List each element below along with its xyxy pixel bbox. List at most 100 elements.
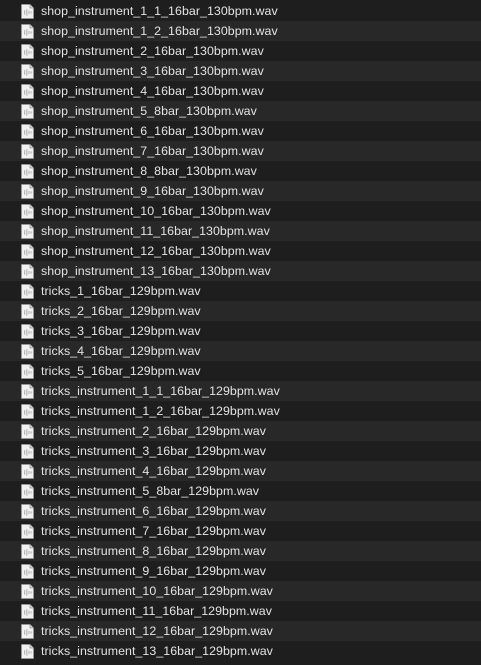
file-row[interactable]: tricks_instrument_11_16bar_129bpm.wav xyxy=(0,601,481,621)
file-name: shop_instrument_6_16bar_130bpm.wav xyxy=(41,124,264,138)
file-row[interactable]: tricks_instrument_5_8bar_129bpm.wav xyxy=(0,481,481,501)
file-row[interactable]: tricks_instrument_10_16bar_129bpm.wav xyxy=(0,581,481,601)
file-name: tricks_instrument_3_16bar_129bpm.wav xyxy=(41,444,266,458)
audio-file-icon xyxy=(21,503,34,519)
audio-file-icon xyxy=(21,543,34,559)
file-row[interactable]: tricks_instrument_7_16bar_129bpm.wav xyxy=(0,521,481,541)
file-name: shop_instrument_11_16bar_130bpm.wav xyxy=(41,224,270,238)
file-name: tricks_2_16bar_129bpm.wav xyxy=(41,304,201,318)
audio-file-icon xyxy=(21,63,34,79)
audio-file-icon xyxy=(21,103,34,119)
file-row[interactable]: tricks_instrument_1_2_16bar_129bpm.wav xyxy=(0,401,481,421)
file-row[interactable]: shop_instrument_12_16bar_130bpm.wav xyxy=(0,241,481,261)
file-row[interactable]: tricks_3_16bar_129bpm.wav xyxy=(0,321,481,341)
audio-file-icon xyxy=(21,143,34,159)
file-name: shop_instrument_8_8bar_130bpm.wav xyxy=(41,164,257,178)
file-name: tricks_instrument_1_1_16bar_129bpm.wav xyxy=(41,384,280,398)
file-row[interactable]: tricks_2_16bar_129bpm.wav xyxy=(0,301,481,321)
file-row[interactable]: tricks_5_16bar_129bpm.wav xyxy=(0,361,481,381)
audio-file-icon xyxy=(21,523,34,539)
audio-file-icon xyxy=(21,123,34,139)
audio-file-icon xyxy=(21,583,34,599)
file-row[interactable]: shop_instrument_10_16bar_130bpm.wav xyxy=(0,201,481,221)
file-name: tricks_instrument_12_16bar_129bpm.wav xyxy=(41,624,273,638)
audio-file-icon xyxy=(21,443,34,459)
file-name: tricks_instrument_9_16bar_129bpm.wav xyxy=(41,564,266,578)
file-list: shop_instrument_1_1_16bar_130bpm.wav sho… xyxy=(0,0,481,665)
file-row[interactable]: tricks_instrument_6_16bar_129bpm.wav xyxy=(0,501,481,521)
file-name: shop_instrument_12_16bar_130bpm.wav xyxy=(41,244,271,258)
file-row[interactable]: tricks_1_16bar_129bpm.wav xyxy=(0,281,481,301)
audio-file-icon xyxy=(21,343,34,359)
file-name: tricks_instrument_6_16bar_129bpm.wav xyxy=(41,504,266,518)
file-name: shop_instrument_1_2_16bar_130bpm.wav xyxy=(41,24,278,38)
file-row[interactable]: shop_instrument_11_16bar_130bpm.wav xyxy=(0,221,481,241)
file-name: shop_instrument_9_16bar_130bpm.wav xyxy=(41,184,264,198)
file-name: shop_instrument_13_16bar_130bpm.wav xyxy=(41,264,271,278)
audio-file-icon xyxy=(21,363,34,379)
file-name: tricks_3_16bar_129bpm.wav xyxy=(41,324,201,338)
audio-file-icon xyxy=(21,563,34,579)
audio-file-icon xyxy=(21,603,34,619)
audio-file-icon xyxy=(21,623,34,639)
audio-file-icon xyxy=(21,423,34,439)
file-row[interactable]: shop_instrument_1_2_16bar_130bpm.wav xyxy=(0,21,481,41)
file-row[interactable]: tricks_instrument_2_16bar_129bpm.wav xyxy=(0,421,481,441)
file-name: tricks_instrument_1_2_16bar_129bpm.wav xyxy=(41,404,280,418)
audio-file-icon xyxy=(21,243,34,259)
audio-file-icon xyxy=(21,43,34,59)
file-row[interactable]: tricks_instrument_12_16bar_129bpm.wav xyxy=(0,621,481,641)
file-name: tricks_instrument_2_16bar_129bpm.wav xyxy=(41,424,266,438)
file-row[interactable]: shop_instrument_9_16bar_130bpm.wav xyxy=(0,181,481,201)
file-name: tricks_5_16bar_129bpm.wav xyxy=(41,364,201,378)
file-name: shop_instrument_5_8bar_130bpm.wav xyxy=(41,104,257,118)
file-row[interactable]: tricks_instrument_1_1_16bar_129bpm.wav xyxy=(0,381,481,401)
audio-file-icon xyxy=(21,463,34,479)
file-name: tricks_instrument_4_16bar_129bpm.wav xyxy=(41,464,266,478)
file-row[interactable]: tricks_4_16bar_129bpm.wav xyxy=(0,341,481,361)
file-name: tricks_instrument_10_16bar_129bpm.wav xyxy=(41,584,273,598)
file-row[interactable]: shop_instrument_6_16bar_130bpm.wav xyxy=(0,121,481,141)
audio-file-icon xyxy=(21,403,34,419)
file-row[interactable]: shop_instrument_7_16bar_130bpm.wav xyxy=(0,141,481,161)
file-row[interactable]: shop_instrument_3_16bar_130bpm.wav xyxy=(0,61,481,81)
audio-file-icon xyxy=(21,203,34,219)
file-row[interactable]: tricks_instrument_8_16bar_129bpm.wav xyxy=(0,541,481,561)
file-row[interactable]: shop_instrument_2_16bar_130bpm.wav xyxy=(0,41,481,61)
file-name: shop_instrument_3_16bar_130bpm.wav xyxy=(41,64,264,78)
file-row[interactable]: shop_instrument_1_1_16bar_130bpm.wav xyxy=(0,1,481,21)
file-name: shop_instrument_1_1_16bar_130bpm.wav xyxy=(41,4,278,18)
file-name: shop_instrument_10_16bar_130bpm.wav xyxy=(41,204,271,218)
audio-file-icon xyxy=(21,23,34,39)
file-name: tricks_1_16bar_129bpm.wav xyxy=(41,284,201,298)
file-name: tricks_instrument_13_16bar_129bpm.wav xyxy=(41,644,273,658)
audio-file-icon xyxy=(21,303,34,319)
file-row[interactable]: shop_instrument_13_16bar_130bpm.wav xyxy=(0,261,481,281)
file-row[interactable]: tricks_instrument_3_16bar_129bpm.wav xyxy=(0,441,481,461)
file-name: shop_instrument_4_16bar_130bpm.wav xyxy=(41,84,264,98)
audio-file-icon xyxy=(21,223,34,239)
file-name: shop_instrument_7_16bar_130bpm.wav xyxy=(41,144,264,158)
audio-file-icon xyxy=(21,483,34,499)
audio-file-icon xyxy=(21,263,34,279)
file-row[interactable]: shop_instrument_8_8bar_130bpm.wav xyxy=(0,161,481,181)
audio-file-icon xyxy=(21,283,34,299)
audio-file-icon xyxy=(21,83,34,99)
file-row[interactable]: shop_instrument_5_8bar_130bpm.wav xyxy=(0,101,481,121)
audio-file-icon xyxy=(21,3,34,19)
file-row[interactable]: tricks_instrument_13_16bar_129bpm.wav xyxy=(0,641,481,661)
audio-file-icon xyxy=(21,163,34,179)
file-name: tricks_instrument_8_16bar_129bpm.wav xyxy=(41,544,266,558)
file-name: tricks_instrument_5_8bar_129bpm.wav xyxy=(41,484,260,498)
audio-file-icon xyxy=(21,183,34,199)
file-name: tricks_instrument_11_16bar_129bpm.wav xyxy=(41,604,272,618)
audio-file-icon xyxy=(21,643,34,659)
file-name: tricks_4_16bar_129bpm.wav xyxy=(41,344,201,358)
file-row[interactable]: tricks_instrument_4_16bar_129bpm.wav xyxy=(0,461,481,481)
file-row[interactable]: tricks_instrument_9_16bar_129bpm.wav xyxy=(0,561,481,581)
file-row[interactable]: shop_instrument_4_16bar_130bpm.wav xyxy=(0,81,481,101)
audio-file-icon xyxy=(21,383,34,399)
file-name: shop_instrument_2_16bar_130bpm.wav xyxy=(41,44,264,58)
file-name: tricks_instrument_7_16bar_129bpm.wav xyxy=(41,524,266,538)
audio-file-icon xyxy=(21,323,34,339)
